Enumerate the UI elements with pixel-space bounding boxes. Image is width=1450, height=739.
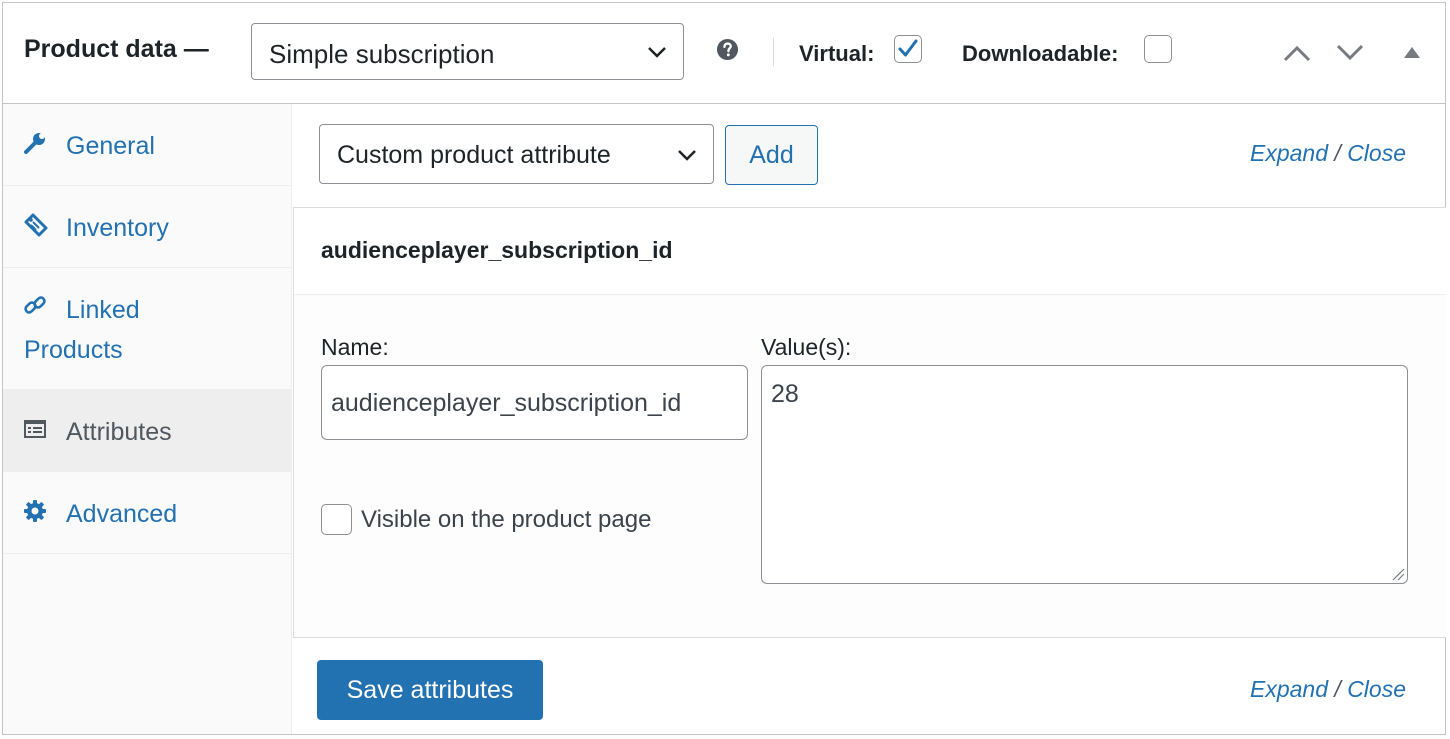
tab-label: Advanced bbox=[66, 500, 178, 528]
close-link[interactable]: Close bbox=[1347, 676, 1406, 702]
attribute-heading: audienceplayer_subscription_id bbox=[321, 237, 673, 263]
expand-link[interactable]: Expand bbox=[1250, 676, 1328, 702]
virtual-label: Virtual: bbox=[799, 41, 875, 66]
tab-label: Linked bbox=[66, 296, 140, 324]
help-icon[interactable] bbox=[716, 38, 739, 61]
product-type-value: Simple subscription bbox=[269, 39, 495, 69]
attribute-header[interactable]: audienceplayer_subscription_id bbox=[294, 208, 1446, 295]
product-data-tabs: General Inventory Linked Products Attrib… bbox=[3, 104, 292, 734]
move-up-icon[interactable] bbox=[1282, 43, 1312, 63]
chevron-down-icon bbox=[648, 47, 666, 58]
attribute-name-value: audienceplayer_subscription_id bbox=[331, 389, 682, 417]
tab-linked-products[interactable]: Linked Products bbox=[3, 268, 291, 390]
tab-attributes[interactable]: Attributes bbox=[3, 390, 291, 472]
list-icon bbox=[24, 420, 46, 438]
attribute-values-value: 28 bbox=[771, 380, 799, 408]
resize-handle-icon[interactable] bbox=[1391, 567, 1405, 581]
tab-label-line2: Products bbox=[24, 336, 123, 364]
tab-general[interactable]: General bbox=[3, 104, 291, 186]
tab-label: Inventory bbox=[66, 214, 169, 242]
product-data-panel: Product data — Simple subscription Virtu… bbox=[2, 2, 1446, 735]
save-attributes-button[interactable]: Save attributes bbox=[317, 660, 543, 720]
close-link[interactable]: Close bbox=[1347, 140, 1406, 166]
virtual-checkbox[interactable] bbox=[894, 35, 922, 63]
chevron-down-icon bbox=[678, 150, 696, 161]
expand-close-links-bottom: Expand / Close bbox=[1250, 676, 1406, 703]
tag-icon bbox=[24, 213, 48, 237]
link-separator: / bbox=[1334, 676, 1341, 702]
panel-title: Product data — bbox=[24, 35, 209, 63]
attribute-values-textarea[interactable]: 28 bbox=[761, 365, 1408, 584]
visible-on-product-page-label[interactable]: Visible on the product page bbox=[361, 506, 651, 534]
expand-close-links-top: Expand / Close bbox=[1250, 140, 1406, 167]
attribute-type-select[interactable]: Custom product attribute bbox=[319, 124, 714, 184]
link-separator: / bbox=[1334, 140, 1341, 166]
name-label: Name: bbox=[321, 334, 389, 360]
gear-icon bbox=[24, 500, 46, 522]
attributes-panel: Custom product attribute Add Expand / Cl… bbox=[292, 104, 1446, 734]
downloadable-checkbox[interactable] bbox=[1144, 35, 1172, 63]
tab-label: General bbox=[66, 132, 155, 160]
attribute-item: audienceplayer_subscription_id Name: aud… bbox=[293, 207, 1446, 638]
checkmark-icon bbox=[898, 39, 918, 57]
attribute-name-input[interactable]: audienceplayer_subscription_id bbox=[321, 365, 748, 440]
downloadable-label: Downloadable: bbox=[962, 41, 1119, 66]
link-icon bbox=[24, 296, 46, 314]
tab-label: Attributes bbox=[66, 418, 172, 446]
tab-advanced[interactable]: Advanced bbox=[3, 472, 291, 554]
header-divider bbox=[773, 38, 774, 66]
expand-link[interactable]: Expand bbox=[1250, 140, 1328, 166]
product-data-header: Product data — Simple subscription Virtu… bbox=[3, 3, 1445, 104]
move-down-icon[interactable] bbox=[1335, 43, 1365, 63]
collapse-toggle-icon[interactable] bbox=[1403, 46, 1421, 59]
visible-on-product-page-checkbox[interactable] bbox=[321, 504, 352, 535]
product-type-select[interactable]: Simple subscription bbox=[251, 23, 684, 80]
tab-inventory[interactable]: Inventory bbox=[3, 186, 291, 268]
wrench-icon bbox=[24, 133, 45, 154]
attribute-type-value: Custom product attribute bbox=[337, 141, 611, 169]
add-attribute-button[interactable]: Add bbox=[725, 125, 818, 185]
values-label: Value(s): bbox=[761, 334, 852, 360]
